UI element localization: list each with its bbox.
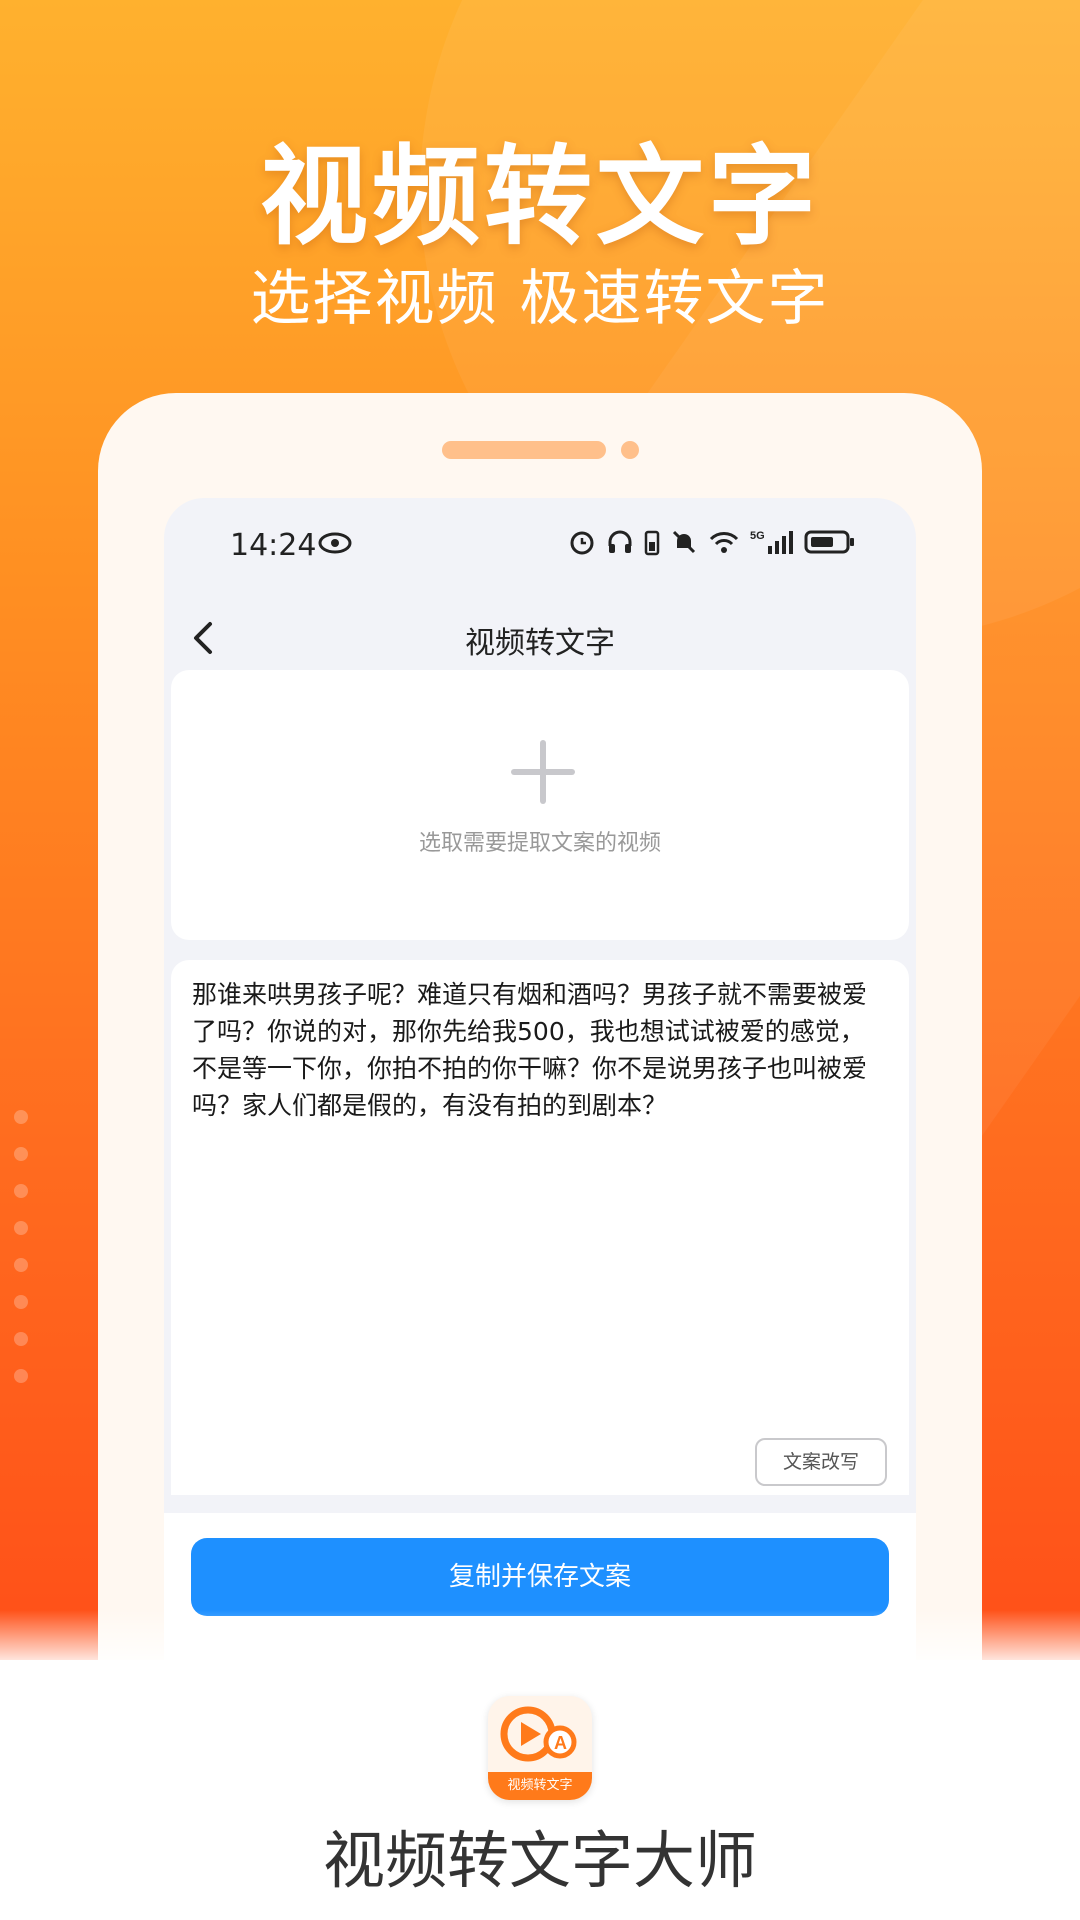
phone-mockup: 14:24 5G 视频转文字 选取需要提取文案的视频 那谁来哄男孩子呢？难道只有… <box>98 393 982 1660</box>
bottom-fade <box>0 1610 1080 1660</box>
video-picker[interactable]: 选取需要提取文案的视频 <box>171 670 909 940</box>
decorative-dots <box>14 1110 30 1406</box>
hero-title: 视频转文字 <box>259 134 820 260</box>
hero-subtitle: 选择视频 极速转文字 <box>250 264 830 334</box>
rewrite-button[interactable]: 文案改写 <box>755 1438 887 1486</box>
status-bar: 14:24 5G <box>164 498 916 588</box>
eye-icon <box>318 532 352 554</box>
app-logo-label: 视频转文字 <box>488 1772 592 1800</box>
svg-text:A: A <box>554 1733 567 1753</box>
navigation-bar: 视频转文字 <box>164 598 916 678</box>
footer: A 视频转文字 视频转文字大师 <box>0 1660 1080 1920</box>
phone-camera <box>621 441 639 459</box>
5g-signal-icon: 5G <box>750 530 793 554</box>
battery-small-icon <box>644 530 660 556</box>
phone-speaker <box>442 441 606 459</box>
transcript-text[interactable]: 那谁来哄男孩子呢？难道只有烟和酒吗？男孩子就不需要被爱了吗？你说的对，那你先给我… <box>192 976 872 1124</box>
status-time: 14:24 <box>230 528 317 563</box>
headphones-icon <box>608 530 632 553</box>
svg-text:5G: 5G <box>750 530 765 542</box>
page-title: 视频转文字 <box>465 626 615 661</box>
alarm-icon <box>570 531 594 555</box>
app-logo-icon: A 视频转文字 <box>488 1696 592 1800</box>
status-icons: 5G <box>568 528 856 556</box>
app-name: 视频转文字大师 <box>322 1824 757 1897</box>
plus-icon[interactable] <box>511 740 575 804</box>
video-picker-hint: 选取需要提取文案的视频 <box>418 831 661 856</box>
hero-banner: 视频转文字 选择视频 极速转文字 14:24 5G 视频转文字 选取需要提取文案… <box>0 0 1080 1660</box>
play-icon: A <box>500 1706 577 1762</box>
wifi-icon <box>709 532 739 553</box>
mute-bell-icon <box>672 530 696 554</box>
app-screen: 14:24 5G 视频转文字 选取需要提取文案的视频 那谁来哄男孩子呢？难道只有… <box>164 498 916 1660</box>
battery-icon <box>804 530 854 554</box>
copy-save-button[interactable]: 复制并保存文案 <box>191 1538 889 1616</box>
transcript-textarea[interactable]: 那谁来哄男孩子呢？难道只有烟和酒吗？男孩子就不需要被爱了吗？你说的对，那你先给我… <box>171 960 909 1495</box>
